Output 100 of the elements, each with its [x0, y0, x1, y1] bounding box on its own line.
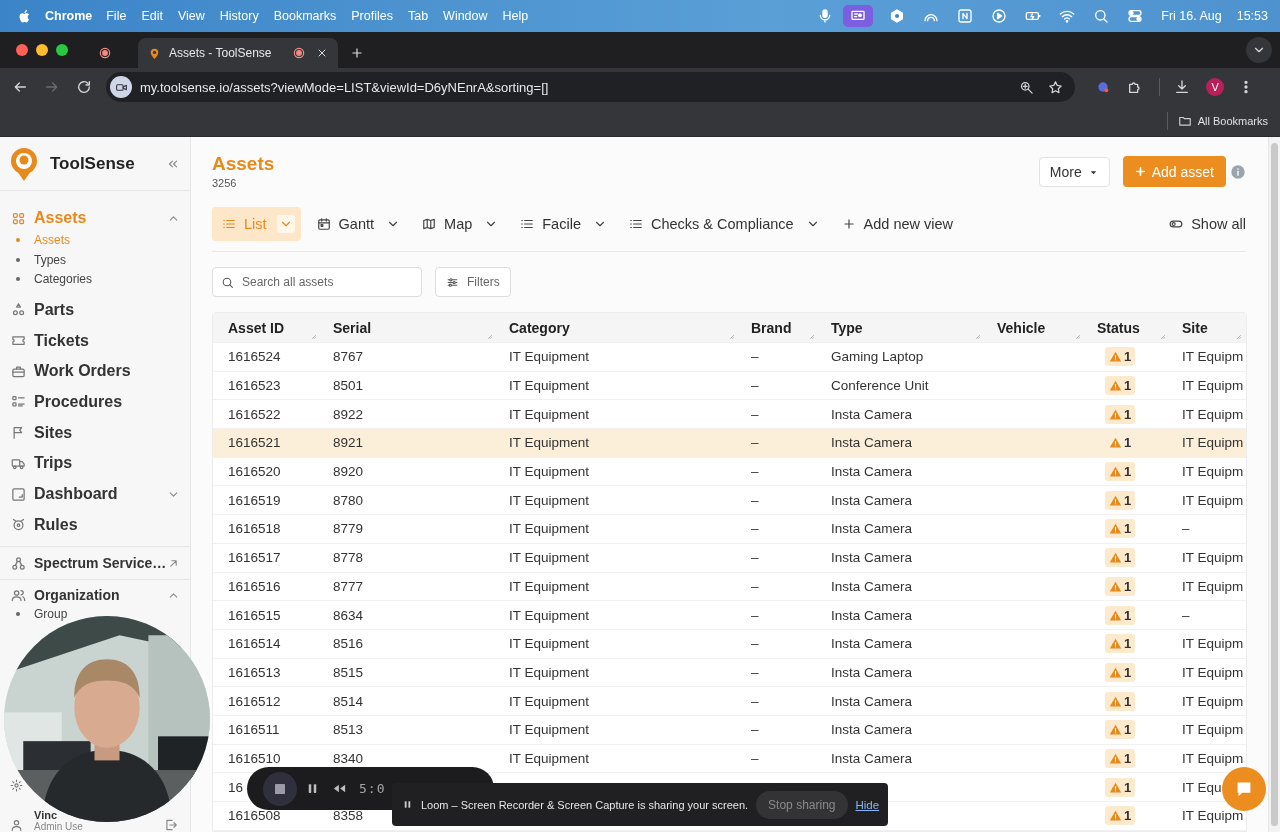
table-cell: 1616515: [228, 607, 281, 623]
user-name: Vinc: [34, 808, 59, 821]
table-cell: 8514: [333, 693, 364, 709]
table-cell: IT Equipm: [1182, 492, 1244, 508]
table-cell: 1616523: [228, 378, 281, 394]
brand-name: ToolSense: [50, 153, 135, 174]
table-cell: IT Equipment: [509, 435, 590, 451]
table-cell: Insta Camera: [831, 693, 913, 709]
table-cell: IT Equipment: [509, 664, 590, 680]
table-cell: Insta Camera: [831, 607, 913, 623]
table-cell: 8634: [333, 607, 364, 623]
table-cell: IT Equipment: [509, 636, 590, 652]
page-title: Assets: [212, 152, 275, 176]
table-cell: IT Equipment: [509, 492, 590, 508]
table-cell: IT Equ: [1182, 779, 1222, 795]
table-cell: IT Equipment: [509, 693, 590, 709]
table-cell: –: [751, 349, 759, 365]
url-text: my.toolsense.io/assets?viewMode=LIST&viewId=D6yNEnrA&sorting=[]: [140, 79, 549, 95]
table-cell: IT Equipment: [509, 464, 590, 480]
table-cell: –: [751, 406, 759, 422]
table-cell: 1616521: [228, 435, 281, 451]
table-cell: –: [751, 521, 759, 537]
table-cell: IT Equipm: [1182, 550, 1244, 566]
status-count: 1: [1124, 378, 1132, 394]
table-cell: Insta Camera: [831, 550, 913, 566]
table-cell: 8921: [333, 435, 364, 451]
table-cell: IT Equipment: [509, 521, 590, 537]
table-cell: IT Equipm: [1182, 378, 1244, 394]
table-cell: 1616518: [228, 521, 281, 537]
status-count: 1: [1124, 578, 1132, 594]
table-cell: –: [751, 750, 759, 766]
table-cell: 8780: [333, 492, 364, 508]
table-cell: Insta Camera: [831, 464, 913, 480]
table-cell: –: [751, 607, 759, 623]
table-cell: IT Equipment: [509, 607, 590, 623]
status-count: 1: [1124, 521, 1132, 537]
table-cell: 8501: [333, 378, 364, 394]
status-count: 1: [1124, 636, 1132, 652]
table-cell: 1616519: [228, 492, 281, 508]
table-cell: IT Equipm: [1182, 435, 1244, 451]
status-count: 1: [1124, 664, 1132, 680]
table-cell: IT Equipm: [1182, 750, 1244, 766]
table-cell: IT Equipm: [1182, 722, 1244, 738]
table-cell: IT Equipm: [1182, 693, 1244, 709]
table-cell: 1616514: [228, 636, 281, 652]
table-cell: IT Equipm: [1182, 578, 1244, 594]
status-count: 1: [1124, 722, 1132, 738]
table-cell: 1616516: [228, 578, 281, 594]
table-cell: 8767: [333, 349, 364, 365]
table-cell: –: [751, 435, 759, 451]
table-cell: 8777: [333, 578, 364, 594]
table-cell: –: [751, 693, 759, 709]
table-cell: –: [751, 464, 759, 480]
table-cell: 8358: [333, 808, 364, 824]
status-count: 1: [1124, 349, 1132, 365]
table-cell: 1616512: [228, 693, 281, 709]
table-cell: –: [751, 578, 759, 594]
table-cell: 8779: [333, 521, 364, 537]
table-cell: Insta Camera: [831, 636, 913, 652]
table-cell: –: [751, 492, 759, 508]
table-cell: 1616524: [228, 349, 281, 365]
recording-time: 5:0: [359, 781, 386, 796]
table-cell: 8513: [333, 722, 364, 738]
table-cell: IT Equipm: [1182, 636, 1244, 652]
table-cell: Insta Camera: [831, 664, 913, 680]
table-cell: Insta Camera: [831, 722, 913, 738]
table-cell: –: [751, 636, 759, 652]
status-count: 1: [1124, 607, 1132, 623]
sharing-message: Loom – Screen Recorder & Screen Capture is sharing your screen.: [421, 798, 749, 811]
table-cell: –: [1182, 607, 1190, 623]
table-cell: IT Equipm: [1182, 664, 1244, 680]
table-cell: Insta Camera: [831, 578, 913, 594]
table-cell: IT Equipm: [1182, 808, 1244, 824]
table-cell: –: [751, 664, 759, 680]
table-cell: 8515: [333, 664, 364, 680]
table-cell: 1616513: [228, 664, 281, 680]
status-count: 1: [1124, 750, 1132, 766]
table-cell: 1616508: [228, 808, 281, 824]
table-cell: IT Equipment: [509, 578, 590, 594]
table-cell: Conference Unit: [831, 378, 929, 394]
status-count: 1: [1124, 550, 1132, 566]
table-cell: IT Equipment: [509, 750, 590, 766]
tab-title: Assets - ToolSense: [169, 46, 273, 60]
table-cell: Insta Camera: [831, 406, 913, 422]
table-cell: IT Equipment: [509, 378, 590, 394]
table-cell: 8340: [333, 750, 364, 766]
table-cell: IT Equipment: [509, 349, 590, 365]
table-cell: 1616520: [228, 464, 281, 480]
table-cell: IT Equipm: [1182, 349, 1244, 365]
table-cell: –: [751, 722, 759, 738]
table-cell: IT Equipm: [1182, 464, 1244, 480]
status-count: 1: [1124, 808, 1132, 824]
table-cell: Gaming Laptop: [831, 349, 924, 365]
table-cell: 1616522: [228, 406, 281, 422]
user-role: Admin Use: [34, 821, 83, 832]
table-cell: –: [751, 378, 759, 394]
status-count: 1: [1124, 435, 1132, 451]
asset-count: 3256: [212, 177, 238, 189]
table-cell: 1616511: [228, 722, 280, 738]
status-count: 1: [1124, 492, 1132, 508]
